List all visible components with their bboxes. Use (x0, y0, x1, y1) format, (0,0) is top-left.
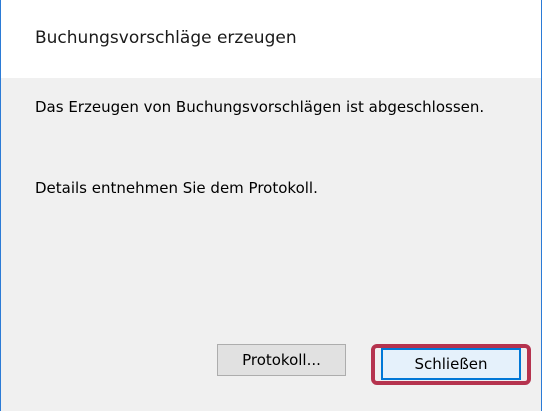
close-button[interactable]: Schließen (381, 348, 521, 380)
dialog-title: Buchungsvorschläge erzeugen (35, 28, 297, 48)
details-message: Details entnehmen Sie dem Protokoll. (35, 179, 318, 197)
completion-message: Das Erzeugen von Buchungsvorschlägen ist… (35, 98, 485, 116)
dialog-content: Das Erzeugen von Buchungsvorschlägen ist… (1, 78, 541, 411)
title-bar: Buchungsvorschläge erzeugen (1, 0, 541, 78)
dialog-window: Buchungsvorschläge erzeugen Das Erzeugen… (0, 0, 542, 411)
protokoll-button[interactable]: Protokoll... (217, 344, 346, 376)
